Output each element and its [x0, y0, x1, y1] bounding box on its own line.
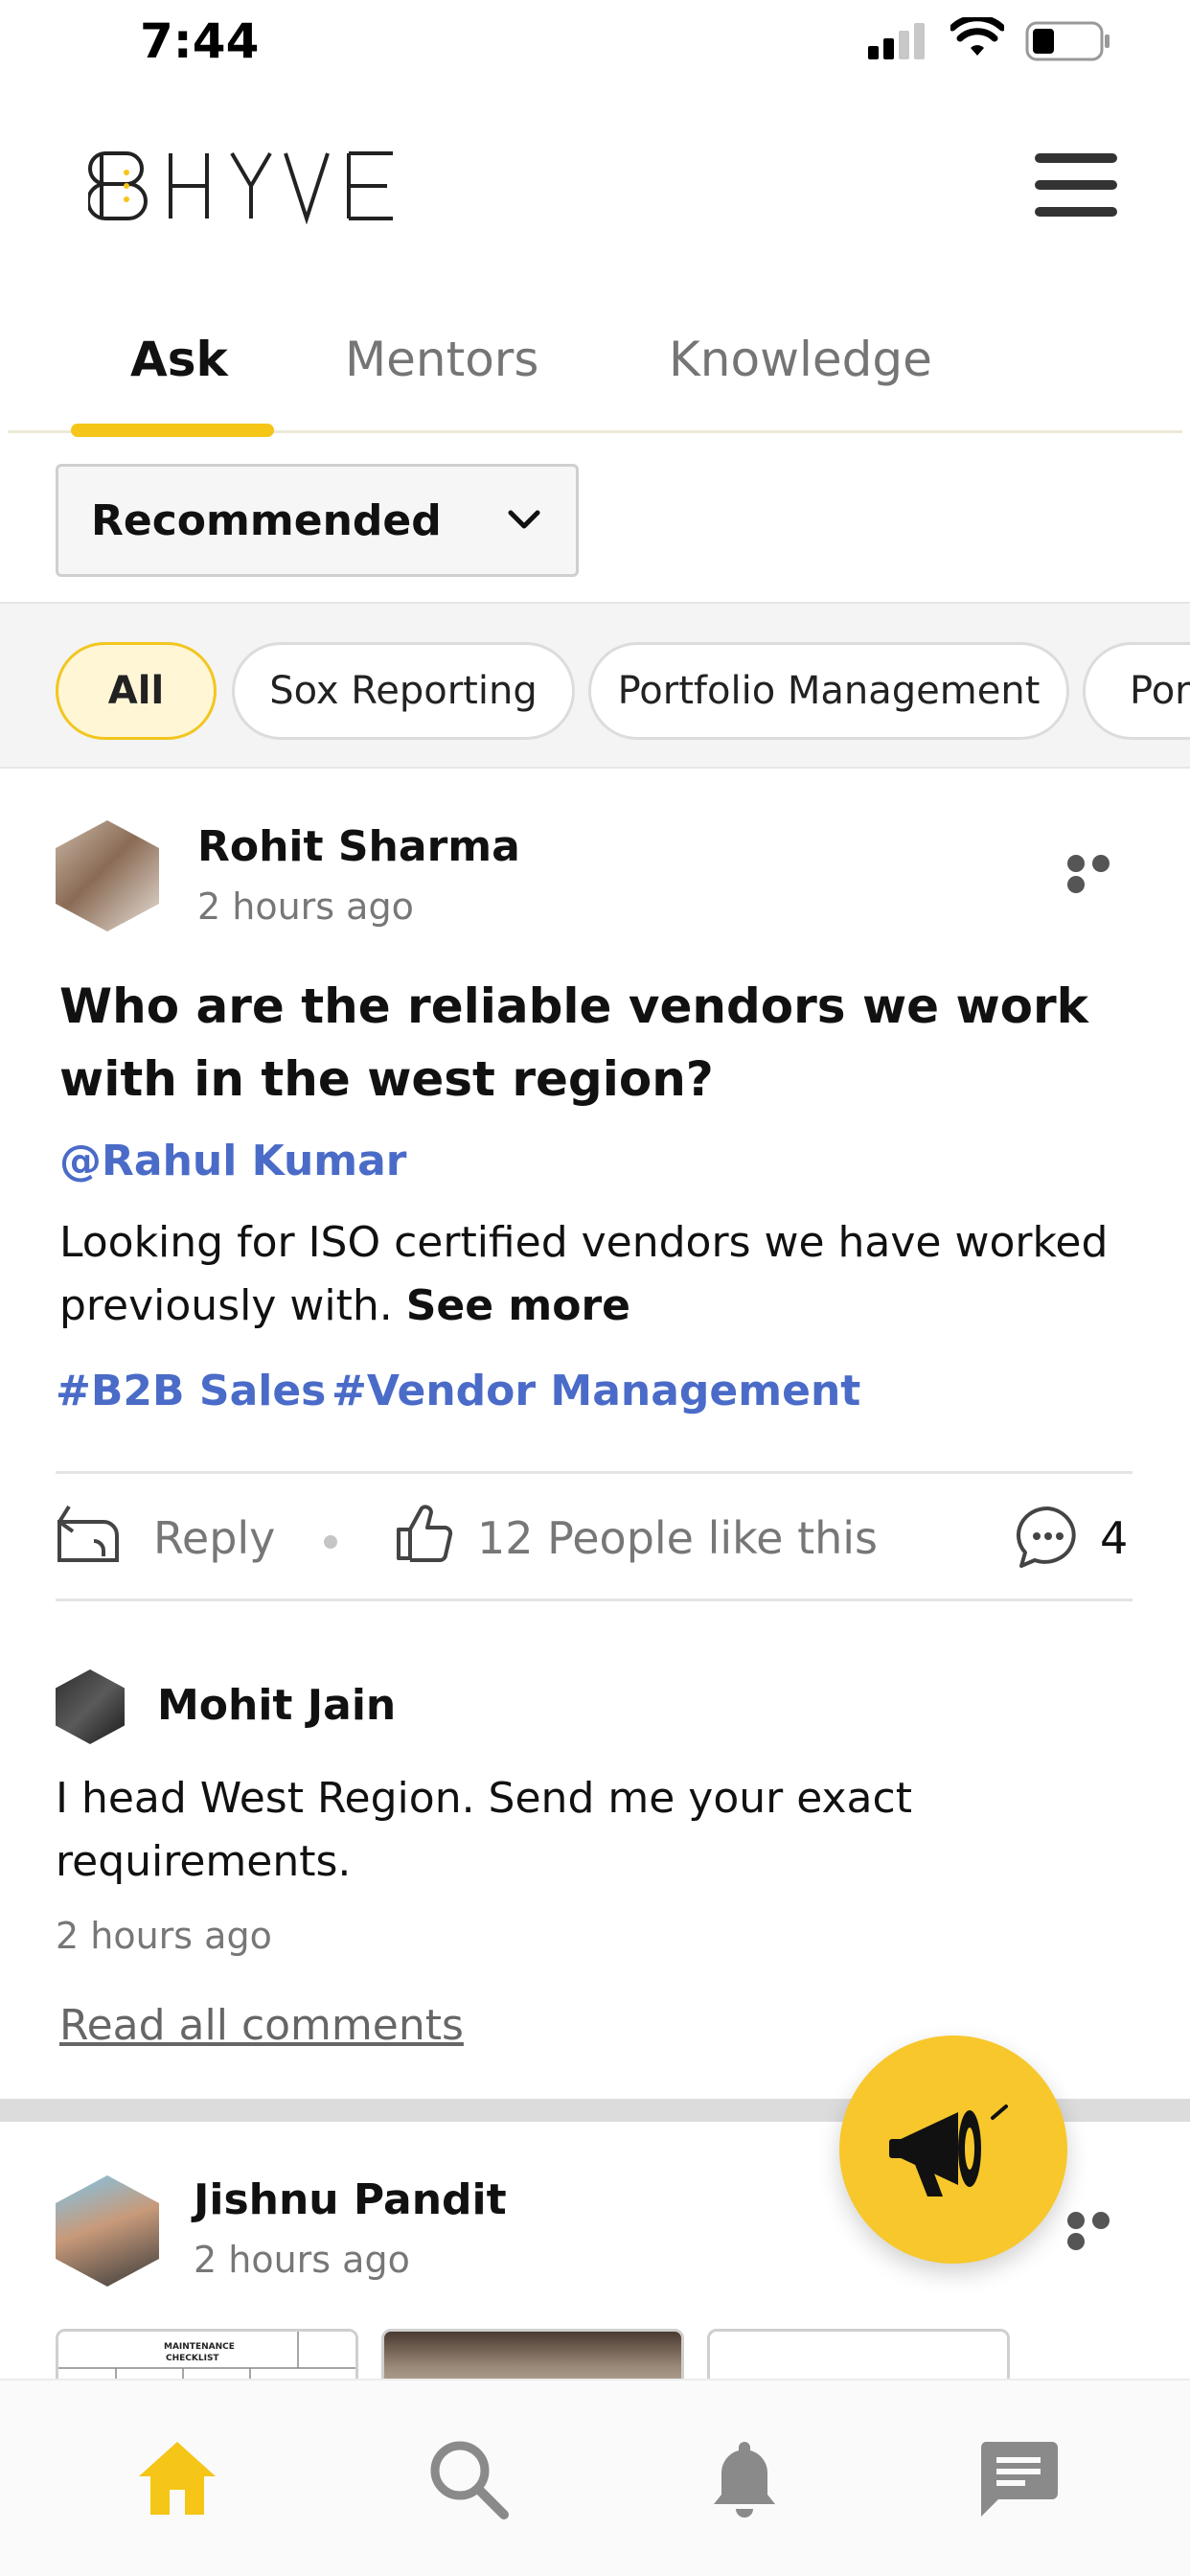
commenter-avatar[interactable] — [56, 1669, 125, 1744]
signal-icon — [868, 23, 925, 59]
bell-icon[interactable] — [701, 2436, 788, 2522]
home-icon[interactable] — [134, 2436, 220, 2522]
author-avatar[interactable] — [56, 2175, 159, 2287]
tab-knowledge[interactable]: Knowledge — [669, 332, 932, 387]
status-bar: 7:44 — [0, 0, 1190, 80]
separator-dot — [324, 1535, 337, 1549]
announce-fab-button[interactable] — [839, 2036, 1067, 2264]
filter-chip-all[interactable]: All — [56, 642, 217, 740]
post-author-name[interactable]: Jishnu Pandit — [194, 2175, 507, 2224]
sort-selected-label: Recommended — [91, 495, 442, 545]
post-timestamp: 2 hours ago — [197, 886, 414, 928]
hashtag-vendor-management[interactable]: #Vendor Management — [332, 1367, 860, 1415]
post-title[interactable]: Who are the reliable vendors we work wit… — [59, 970, 1152, 1116]
bhyve-logo[interactable] — [88, 148, 414, 224]
comment-timestamp: 2 hours ago — [56, 1915, 272, 1957]
svg-text:MAINTENANCE: MAINTENANCE — [164, 2342, 235, 2352]
more-options-icon[interactable] — [1067, 855, 1134, 893]
battery-icon — [1025, 21, 1110, 61]
top-tabs: Ask Mentors Knowledge — [8, 316, 1182, 437]
post-action-row: Reply 12 People like this 4 — [56, 1476, 1133, 1600]
status-time: 7:44 — [140, 13, 260, 69]
tab-ask[interactable]: Ask — [130, 332, 228, 387]
commenter-name[interactable]: Mohit Jain — [157, 1681, 396, 1730]
comment-icon[interactable] — [1016, 1505, 1081, 1570]
divider — [56, 1471, 1133, 1474]
svg-text:CHECKLIST: CHECKLIST — [166, 2354, 219, 2363]
likes-count-label[interactable]: 12 People like this — [477, 1512, 878, 1564]
hamburger-icon[interactable] — [1035, 153, 1117, 217]
filter-chip-sox-reporting[interactable]: Sox Reporting — [232, 642, 575, 740]
active-tab-indicator — [71, 424, 274, 437]
post-timestamp: 2 hours ago — [194, 2239, 410, 2281]
wifi-icon — [950, 17, 1004, 56]
mention-link[interactable]: @Rahul Kumar — [59, 1137, 407, 1185]
chat-icon[interactable] — [975, 2436, 1062, 2522]
search-icon[interactable] — [425, 2436, 512, 2522]
reply-icon[interactable] — [56, 1503, 123, 1566]
post-body: Looking for ISO certified vendors we hav… — [59, 1211, 1152, 1338]
more-options-icon[interactable] — [1067, 2212, 1134, 2250]
filter-chip-bar: All Sox Reporting Portfolio Management P… — [0, 602, 1190, 769]
app-header — [0, 125, 1190, 249]
comment-count: 4 — [1100, 1512, 1129, 1564]
post-author-name[interactable]: Rohit Sharma — [197, 822, 520, 871]
sort-dropdown[interactable]: Recommended — [56, 464, 579, 577]
author-avatar[interactable] — [56, 820, 159, 932]
filter-chip-partial[interactable]: Port — [1083, 642, 1190, 740]
bottom-navigation — [0, 2379, 1190, 2576]
tab-mentors[interactable]: Mentors — [345, 332, 538, 387]
reply-button[interactable]: Reply — [153, 1512, 275, 1564]
see-more-link[interactable]: See more — [406, 1281, 630, 1330]
megaphone-icon — [889, 2104, 1008, 2196]
comment-text: I head West Region. Send me your exact r… — [56, 1774, 912, 1886]
divider — [56, 1598, 1133, 1601]
hashtag-b2b-sales[interactable]: #B2B Sales — [56, 1367, 326, 1415]
filter-chip-portfolio-management[interactable]: Portfolio Management — [588, 642, 1069, 740]
thumbs-up-icon[interactable] — [395, 1503, 454, 1562]
read-all-comments-link[interactable]: Read all comments — [59, 2001, 464, 2050]
chevron-down-icon — [508, 510, 540, 529]
